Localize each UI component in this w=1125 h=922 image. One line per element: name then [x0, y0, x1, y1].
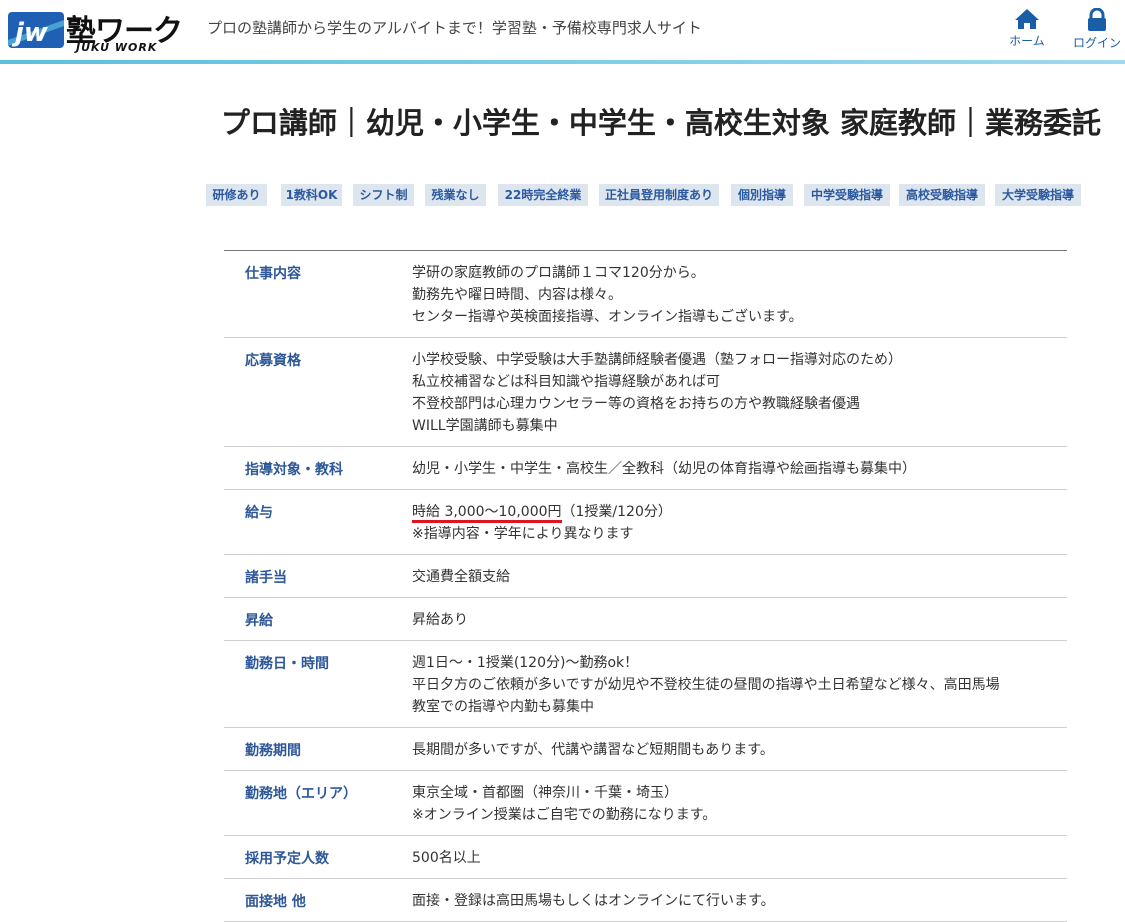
- logo-mark-icon: jw: [8, 12, 64, 48]
- row-label: 勤務日・時間: [245, 656, 329, 672]
- row-value-line: 交通費全額支給: [412, 569, 510, 585]
- salary-unit: （1授業/120分）: [561, 504, 672, 520]
- header-divider: [0, 60, 1125, 64]
- row-value: 長期間が多いですが、代講や講習など短期間もあります。: [412, 728, 1067, 770]
- table-row: 勤務地（エリア） 東京全域・首都圏（神奈川・千葉・埼玉） ※オンライン授業はご自…: [224, 771, 1067, 836]
- home-nav-label: ホーム: [1009, 34, 1045, 48]
- tag-item: 大学受験指導: [995, 184, 1081, 206]
- row-value-line: 面接・登録は高田馬場もしくはオンラインにて行います。: [412, 893, 775, 909]
- site-tagline: プロの塾講師から学生のアルバイトまで！学習塾・予備校専門求人サイト: [207, 19, 702, 37]
- table-row: 勤務日・時間 週1日〜・1授業(120分)〜勤務ok！ 平日夕方のご依頼が多いで…: [224, 641, 1067, 728]
- row-value-line: 不登校部門は心理カウンセラー等の資格をお持ちの方や教職経験者優遇: [412, 396, 860, 412]
- row-label: 仕事内容: [245, 266, 301, 282]
- tag-item: シフト制: [353, 184, 414, 206]
- row-label: 諸手当: [245, 570, 287, 586]
- table-row: 仕事内容 学研の家庭教師のプロ講師１コマ120分から。 勤務先や曜日時間、内容は…: [224, 251, 1067, 338]
- salary-line: 時給 3,000〜10,000円（1授業/120分）: [412, 501, 1067, 523]
- tag-item: 中学受験指導: [804, 184, 890, 206]
- site-logo[interactable]: jw 塾ワーク JUKU WORK: [6, 10, 188, 54]
- job-details-table: 仕事内容 学研の家庭教師のプロ講師１コマ120分から。 勤務先や曜日時間、内容は…: [224, 250, 1067, 922]
- table-row: 昇給 昇給あり: [224, 598, 1067, 641]
- row-label: 指導対象・教科: [245, 462, 343, 478]
- table-row: 勤務期間 長期間が多いですが、代講や講習など短期間もあります。: [224, 728, 1067, 771]
- table-row: 応募資格 小学校受験、中学受験は大手塾講師経験者優遇（塾フォロー指導対応のため）…: [224, 338, 1067, 447]
- login-nav-label: ログイン: [1072, 36, 1121, 50]
- row-value: 500名以上: [412, 836, 1067, 878]
- row-label: 昇給: [245, 613, 273, 629]
- row-label: 応募資格: [245, 353, 301, 369]
- row-value-line: センター指導や英検面接指導、オンライン指導もございます。: [412, 309, 803, 325]
- row-label: 採用予定人数: [245, 851, 329, 867]
- row-value: 面接・登録は高田馬場もしくはオンラインにて行います。: [412, 879, 1067, 921]
- row-value: 幼児・小学生・中学生・高校生／全教科（幼児の体育指導や絵画指導も募集中）: [412, 447, 1067, 489]
- tag-item: 研修あり: [206, 184, 267, 206]
- row-value-line: 昇給あり: [412, 612, 468, 628]
- row-label: 勤務期間: [245, 743, 301, 759]
- table-row: 諸手当 交通費全額支給: [224, 555, 1067, 598]
- row-value: 交通費全額支給: [412, 555, 1067, 597]
- table-row: 採用予定人数 500名以上: [224, 836, 1067, 879]
- row-value-line: 私立校補習などは科目知識や指導経験があれば可: [412, 374, 720, 390]
- row-value-line: 週1日〜・1授業(120分)〜勤務ok！: [412, 655, 639, 671]
- site-header: jw 塾ワーク JUKU WORK プロの塾講師から学生のアルバイトまで！学習塾…: [0, 0, 1125, 60]
- table-row: 指導対象・教科 幼児・小学生・中学生・高校生／全教科（幼児の体育指導や絵画指導も…: [224, 447, 1067, 490]
- row-value-line: 幼児・小学生・中学生・高校生／全教科（幼児の体育指導や絵画指導も募集中）: [412, 461, 916, 477]
- row-value-line: 小学校受験、中学受験は大手塾講師経験者優遇（塾フォロー指導対応のため）: [412, 352, 902, 368]
- row-value: 小学校受験、中学受験は大手塾講師経験者優遇（塾フォロー指導対応のため） 私立校補…: [412, 338, 1067, 446]
- row-value: 学研の家庭教師のプロ講師１コマ120分から。 勤務先や曜日時間、内容は様々。 セ…: [412, 251, 1067, 337]
- tag-item: 正社員登用制度あり: [599, 184, 719, 206]
- row-value-line: 学研の家庭教師のプロ講師１コマ120分から。: [412, 265, 705, 281]
- login-nav-button[interactable]: ログイン: [1070, 8, 1124, 51]
- row-value: 東京全域・首都圏（神奈川・千葉・埼玉） ※オンライン授業はご自宅での勤務になりま…: [412, 771, 1067, 835]
- tag-item: 1教科OK: [281, 184, 342, 206]
- home-icon: [1015, 9, 1039, 29]
- row-value-line: 500名以上: [412, 850, 481, 866]
- row-value-line: 東京全域・首都圏（神奈川・千葉・埼玉）: [412, 785, 678, 801]
- tag-item: 高校受験指導: [899, 184, 985, 206]
- row-value-line: 平日夕方のご依頼が多いですが幼児や不登校生徒の昼間の指導や土日希望など様々、高田…: [412, 677, 1000, 693]
- table-row: 給与 時給 3,000〜10,000円（1授業/120分） ※指導内容・学年によ…: [224, 490, 1067, 555]
- row-label: 勤務地（エリア）: [245, 786, 357, 802]
- lock-icon: [1088, 8, 1106, 31]
- row-value-line: 長期間が多いですが、代講や講習など短期間もあります。: [412, 742, 774, 758]
- row-value-line: WILL学園講師も募集中: [412, 418, 558, 434]
- home-nav-button[interactable]: ホーム: [1006, 8, 1048, 49]
- row-value-line: ※指導内容・学年により異なります: [412, 526, 634, 542]
- row-value-line: 教室での指導や内勤も募集中: [412, 699, 594, 715]
- row-label: 面接地 他: [245, 894, 306, 910]
- logo-subtext: JUKU WORK: [76, 41, 158, 54]
- row-value-line: ※オンライン授業はご自宅での勤務になります。: [412, 807, 717, 823]
- job-title: プロ講師｜幼児・小学生・中学生・高校生対象 家庭教師｜業務委託: [220, 106, 1101, 140]
- tag-item: 個別指導: [731, 184, 793, 206]
- row-value: 昇給あり: [412, 598, 1067, 640]
- row-value: 週1日〜・1授業(120分)〜勤務ok！ 平日夕方のご依頼が多いですが幼児や不登…: [412, 641, 1067, 727]
- row-label: 給与: [245, 505, 273, 521]
- row-value: 時給 3,000〜10,000円（1授業/120分） ※指導内容・学年により異な…: [412, 490, 1067, 554]
- table-row: 面接地 他 面接・登録は高田馬場もしくはオンラインにて行います。: [224, 879, 1067, 922]
- tag-item: 残業なし: [425, 184, 486, 206]
- salary-highlight: 時給 3,000〜10,000円: [412, 504, 562, 523]
- row-value-line: 勤務先や曜日時間、内容は様々。: [412, 287, 622, 303]
- tag-item: 22時完全終業: [498, 184, 588, 206]
- logo-mark-text: jw: [11, 18, 49, 48]
